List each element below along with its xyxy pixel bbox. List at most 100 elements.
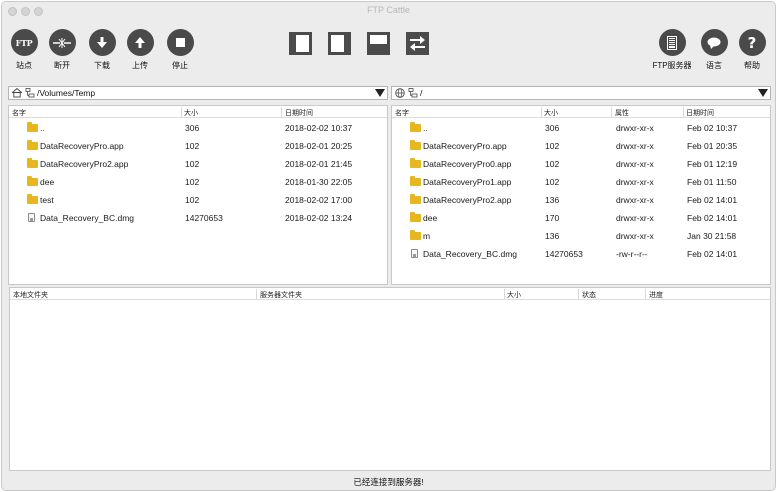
ftp-cattle-window: FTP Cattle FTP 站点 断开 下载 上传 停止 FTP服务器 语言 … [1,1,776,491]
language-button[interactable]: 语言 [694,29,734,71]
file-date: Feb 02 14:01 [687,213,738,223]
file-name: dee [423,213,438,223]
remote-col-attributes[interactable]: 属性 [615,108,629,118]
local-file-list[interactable]: 名字 大小 日期时间 .. 306 2018-02-02 10:37 DataR… [8,105,388,285]
remote-file-row[interactable]: dee 170 drwxr-xr-x Feb 02 14:01 [392,209,770,227]
remote-path-dropdown-icon[interactable] [758,89,768,97]
local-path-bar[interactable]: /Volumes/Temp [8,86,388,100]
local-path-text: /Volumes/Temp [37,88,96,98]
file-size: 306 [545,123,560,133]
download-button[interactable]: 下载 [82,29,122,71]
local-col-date[interactable]: 日期时间 [285,108,313,118]
disk-image-file-icon [411,249,418,258]
file-name: DataRecoveryPro.app [40,141,124,151]
queue-col-status[interactable]: 状态 [582,290,596,300]
connection-status: 已经连接到服务器! [353,477,424,487]
file-permissions: drwxr-xr-x [616,159,654,169]
disk-image-file-icon [28,213,35,222]
transfer-queue[interactable]: 本地文件夹 服务器文件夹 大小 状态 进度 [9,287,771,471]
file-date: Feb 02 14:01 [687,195,738,205]
left-panel-icon [296,35,309,52]
site-label: 站点 [16,61,32,70]
layout-left-panel-button[interactable] [289,32,312,55]
local-file-row[interactable]: test 102 2018-02-02 17:00 [9,191,387,209]
globe-icon[interactable] [395,88,405,98]
file-name: DataRecoveryPro1.app [423,177,512,187]
file-name: Data_Recovery_BC.dmg [423,249,518,259]
file-name: DataRecoveryPro2.app [40,159,129,169]
remote-col-name[interactable]: 名字 [395,108,409,118]
file-size: 102 [545,141,560,151]
folder-icon [27,158,38,168]
remote-file-row[interactable]: DataRecoveryPro0.app 102 drwxr-xr-x Feb … [392,155,770,173]
queue-col-server-folder[interactable]: 服务器文件夹 [260,290,302,300]
download-label: 下载 [94,61,110,70]
remote-path-text: / [420,88,423,98]
server-icon [658,29,686,56]
folder-icon [410,176,421,186]
file-permissions: drwxr-xr-x [616,123,654,133]
ftp-server-button[interactable]: FTP服务器 [648,29,696,71]
folder-tree-icon[interactable] [408,88,418,98]
ftp-site-icon: FTP [10,29,38,56]
language-label: 语言 [706,61,722,70]
window-title: FTP Cattle [367,5,410,15]
help-button[interactable]: ? 帮助 [732,29,772,71]
remote-file-row[interactable]: DataRecoveryPro2.app 136 drwxr-xr-x Feb … [392,191,770,209]
file-size: 102 [545,177,560,187]
local-file-row[interactable]: Data_Recovery_BC.dmg 14270653 2018-02-02… [9,209,387,227]
remote-path-bar[interactable]: / [391,86,771,100]
remote-file-row[interactable]: .. 306 drwxr-xr-x Feb 02 10:37 [392,119,770,137]
file-date: Feb 02 14:01 [687,249,738,259]
local-file-row[interactable]: DataRecoveryPro.app 102 2018-02-01 20:25 [9,137,387,155]
site-button[interactable]: FTP 站点 [4,29,44,71]
disconnect-spark-icon [48,29,76,56]
swap-panels-button[interactable] [406,32,429,55]
queue-col-progress[interactable]: 进度 [649,290,663,300]
upload-button[interactable]: 上传 [120,29,160,71]
remote-list-header: 名字 大小 属性 日期时间 [392,106,770,118]
file-name: DataRecoveryPro.app [423,141,507,151]
remote-col-date[interactable]: 日期时间 [686,108,714,118]
file-size: 102 [185,177,200,187]
disconnect-button[interactable]: 断开 [42,29,82,71]
file-size: 306 [185,123,200,133]
stop-button[interactable]: 停止 [160,29,200,71]
local-file-row[interactable]: dee 102 2018-01-30 22:05 [9,173,387,191]
local-file-row[interactable]: DataRecoveryPro2.app 102 2018-02-01 21:4… [9,155,387,173]
local-col-name[interactable]: 名字 [12,108,26,118]
local-path-dropdown-icon[interactable] [375,89,385,97]
question-mark-icon: ? [738,29,766,56]
speech-bubble-icon [700,29,728,56]
layout-right-panel-button[interactable] [328,32,351,55]
file-size: 102 [545,159,560,169]
local-file-row[interactable]: .. 306 2018-02-02 10:37 [9,119,387,137]
file-date: 2018-02-01 21:45 [285,159,353,169]
local-col-size[interactable]: 大小 [184,108,198,118]
file-date: Feb 01 20:35 [687,141,738,151]
file-size: 102 [185,141,200,151]
queue-col-size[interactable]: 大小 [507,290,521,300]
remote-file-row[interactable]: DataRecoveryPro1.app 102 drwxr-xr-x Feb … [392,173,770,191]
layout-bottom-panel-button[interactable] [367,32,390,55]
remote-file-list[interactable]: 名字 大小 属性 日期时间 .. 306 drwxr-xr-x Feb 02 1… [391,105,771,285]
arrow-up-icon [126,29,154,56]
remote-file-row[interactable]: DataRecoveryPro.app 102 drwxr-xr-x Feb 0… [392,137,770,155]
file-date: 2018-02-01 20:25 [285,141,353,151]
remote-col-size[interactable]: 大小 [544,108,558,118]
ftp-server-label: FTP服务器 [652,61,692,70]
queue-header: 本地文件夹 服务器文件夹 大小 状态 进度 [10,288,770,300]
folder-tree-icon[interactable] [25,88,35,98]
file-date: 2018-02-02 13:24 [285,213,353,223]
local-list-header: 名字 大小 日期时间 [9,106,387,118]
home-icon[interactable] [11,87,23,98]
queue-col-local-folder[interactable]: 本地文件夹 [13,290,48,300]
remote-file-row[interactable]: m 136 drwxr-xr-x Jan 30 21:58 [392,227,770,245]
remote-file-row[interactable]: Data_Recovery_BC.dmg 14270653 -rw-r--r--… [392,245,770,263]
file-name: DataRecoveryPro2.app [423,195,512,205]
file-name: .. [423,123,428,133]
help-label: 帮助 [744,61,760,70]
file-size: 170 [545,213,560,223]
file-name: dee [40,177,55,187]
folder-icon [410,230,421,240]
